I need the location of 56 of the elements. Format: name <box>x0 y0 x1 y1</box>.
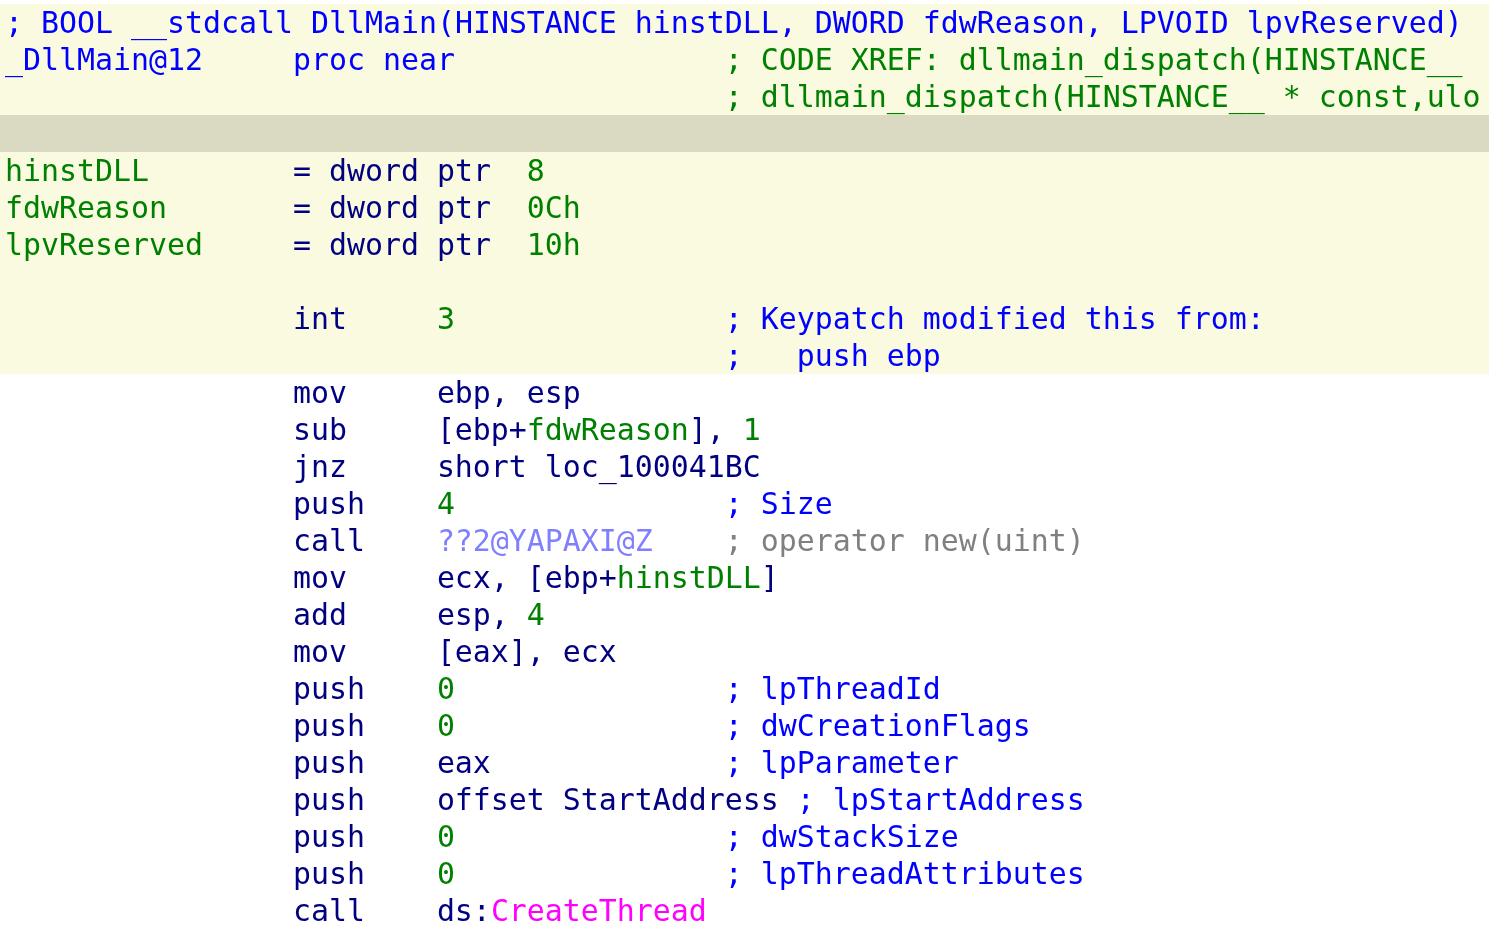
instruction-mnemonic: push <box>292 818 365 855</box>
instruction-operands: 3 <box>436 300 455 337</box>
instruction-mnemonic: jnz <box>292 448 347 485</box>
comment-text: ; lpThreadId <box>724 670 941 707</box>
instruction-operands: 0 <box>436 670 455 707</box>
directive-text: proc near <box>292 41 455 78</box>
comment-text: ; lpThreadAttributes <box>724 855 1085 892</box>
instruction-operands: 0 <box>436 855 455 892</box>
instruction-mnemonic: sub <box>292 411 347 448</box>
instruction-operands: 0 <box>436 818 455 855</box>
comment-text: ; operator new(uint) <box>724 522 1085 559</box>
instruction-operands: offset StartAddress <box>436 781 779 818</box>
instruction-mnemonic: mov <box>292 633 347 670</box>
instruction-operands: ecx, [ebp+hinstDLL] <box>436 559 779 596</box>
instruction-mnemonic: int <box>292 300 347 337</box>
comment-text: ; push ebp <box>724 337 941 374</box>
variable-name: fdwReason <box>5 189 167 226</box>
variable-name: hinstDLL <box>5 152 149 189</box>
variable-type: = dword ptr <box>292 189 491 226</box>
instruction-mnemonic: add <box>292 596 347 633</box>
variable-type: = dword ptr <box>292 152 491 189</box>
instruction-operands: ds:CreateThread <box>436 892 707 929</box>
instruction-mnemonic: call <box>292 892 365 929</box>
instruction-operands: 0 <box>436 707 455 744</box>
variable-offset: 10h <box>526 226 581 263</box>
instruction-operands: ??2@YAPAXI@Z <box>436 522 653 559</box>
instruction-operands: 4 <box>436 485 455 522</box>
instruction-mnemonic: mov <box>292 374 347 411</box>
comment-text: ; CODE XREF: dllmain_dispatch(HINSTANCE__ <box>724 41 1463 78</box>
comment-text: ; Keypatch modified this from: <box>724 300 1265 337</box>
instruction-operands: ebp, esp <box>436 374 581 411</box>
variable-offset: 8 <box>526 152 545 189</box>
instruction-operands: esp, 4 <box>436 596 545 633</box>
comment-text: ; dllmain_dispatch(HINSTANCE__ * const,ulo <box>724 78 1481 115</box>
instruction-operands: [ebp+fdwReason], 1 <box>436 411 761 448</box>
comment-text: ; dwCreationFlags <box>724 707 1031 744</box>
instruction-operands: short loc_100041BC <box>436 448 761 485</box>
variable-type: = dword ptr <box>292 226 491 263</box>
instruction-mnemonic: push <box>292 707 365 744</box>
comment-text: ; BOOL __stdcall DllMain(HINSTANCE hinstDLL, DWORD fdwReason, LPVOID lpvReserved) <box>5 4 1463 41</box>
instruction-mnemonic: push <box>292 855 365 892</box>
instruction-operands: eax <box>436 744 491 781</box>
comment-text: ; lpStartAddress <box>796 781 1085 818</box>
instruction-mnemonic: call <box>292 522 365 559</box>
instruction-mnemonic: push <box>292 781 365 818</box>
instruction-operands: [eax], ecx <box>436 633 617 670</box>
comment-text: ; Size <box>724 485 833 522</box>
instruction-mnemonic: mov <box>292 559 347 596</box>
function-label: _DllMain@12 <box>5 41 203 78</box>
instruction-mnemonic: push <box>292 670 365 707</box>
variable-name: lpvReserved <box>5 226 203 263</box>
variable-offset: 0Ch <box>526 189 581 226</box>
comment-text: ; lpParameter <box>724 744 959 781</box>
instruction-mnemonic: push <box>292 744 365 781</box>
instruction-mnemonic: push <box>292 485 365 522</box>
comment-text: ; dwStackSize <box>724 818 959 855</box>
